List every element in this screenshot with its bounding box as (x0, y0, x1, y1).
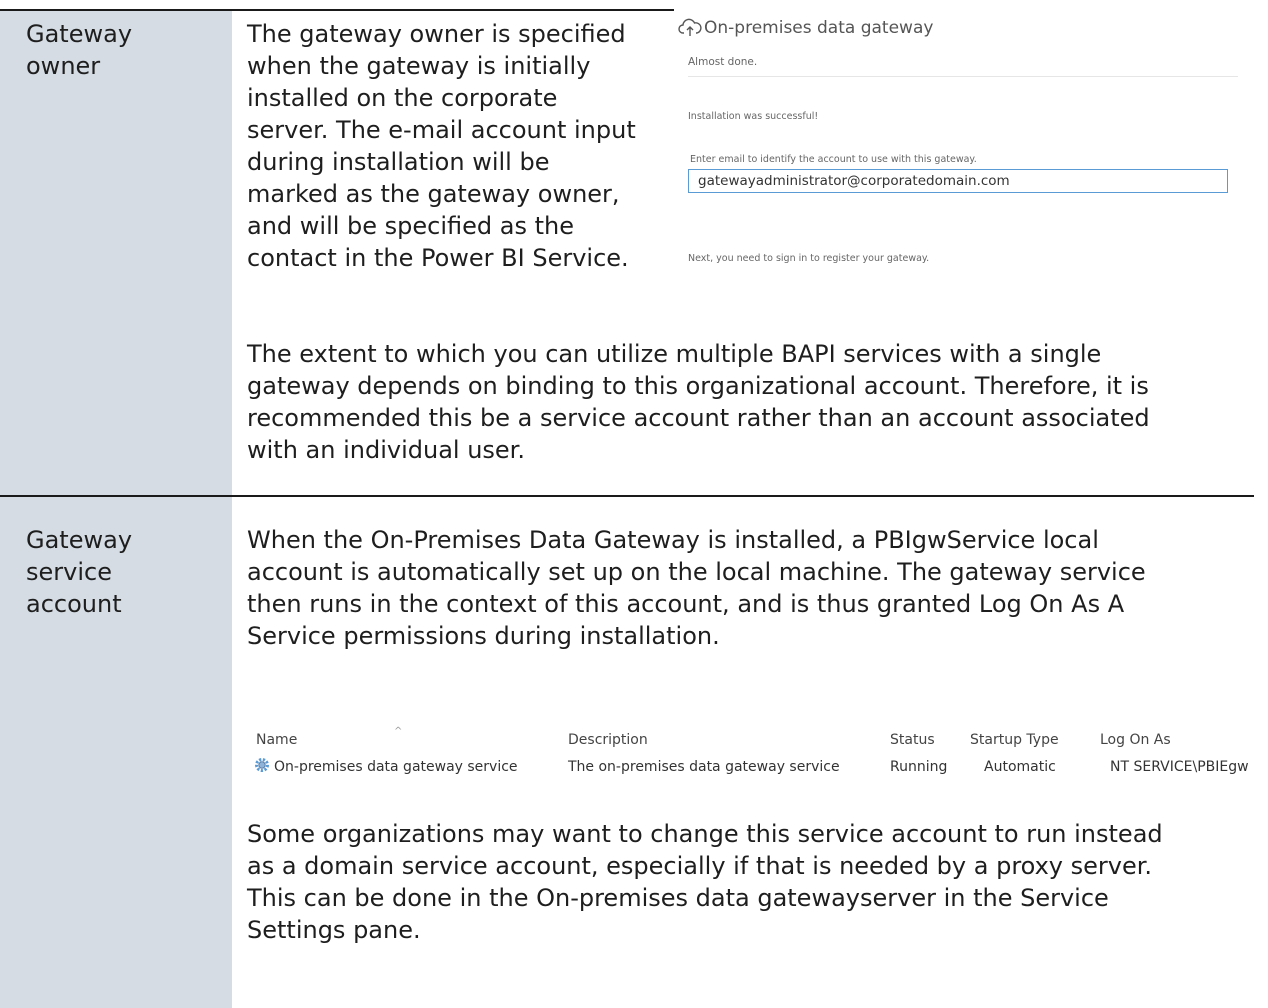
column-header-startup-type[interactable]: Startup Type (970, 732, 1059, 748)
service-status-cell: Running (890, 759, 948, 775)
service-account-intro: When the On-Premises Data Gateway is ins… (247, 526, 1146, 650)
service-name-cell[interactable]: On-premises data gateway service (274, 759, 518, 775)
row-label-gateway-owner: Gateway owner (26, 20, 133, 80)
column-header-name[interactable]: Name (256, 732, 297, 748)
dialog-title: On-premises data gateway (704, 18, 934, 38)
gateway-install-dialog: On-premises data gateway Almost done. In… (674, 8, 1254, 308)
column-header-description[interactable]: Description (568, 732, 648, 748)
dialog-divider (688, 76, 1238, 77)
services-list: ^ Name Description Status Startup Type L… (254, 726, 1268, 776)
label-column-row1 (0, 11, 232, 495)
column-header-log-on-as[interactable]: Log On As (1100, 732, 1171, 748)
row-label-gateway-service-account: Gateway service account (26, 526, 133, 618)
install-success-text: Installation was successful! (688, 111, 819, 122)
gateway-owner-detail: The extent to which you can utilize mult… (247, 340, 1150, 464)
service-description-cell: The on-premises data gateway service (568, 759, 840, 775)
service-log-on-as-cell: NT SERVICE\PBIEgw (1110, 759, 1249, 775)
service-account-detail: Some organizations may want to change th… (247, 820, 1163, 944)
email-input[interactable]: gatewayadministrator@corporatedomain.com (688, 169, 1228, 193)
service-startup-type-cell: Automatic (984, 759, 1056, 775)
row-divider (0, 495, 1254, 497)
sort-caret-icon: ^ (394, 726, 403, 737)
email-prompt-label: Enter email to identify the account to u… (690, 154, 977, 165)
next-step-text: Next, you need to sign in to register yo… (688, 253, 930, 264)
column-header-status[interactable]: Status (890, 732, 935, 748)
gateway-owner-intro: The gateway owner is specified when the … (247, 20, 636, 272)
service-gear-icon (255, 758, 269, 772)
cloud-upload-icon (678, 18, 702, 36)
dialog-subtitle: Almost done. (688, 56, 758, 68)
